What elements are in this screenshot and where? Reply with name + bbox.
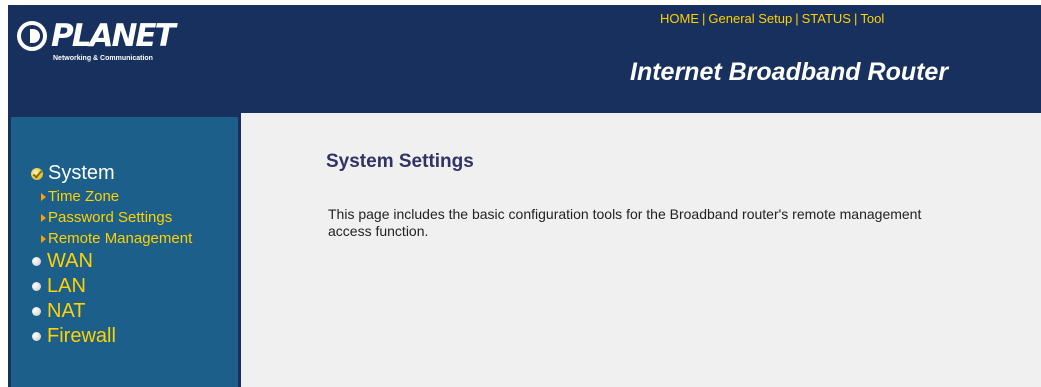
check-icon bbox=[31, 167, 43, 180]
sidebar-item-label: Time Zone bbox=[48, 188, 120, 205]
sidebar-item-label: Remote Management bbox=[48, 230, 193, 247]
sidebar-section-lan[interactable]: LAN bbox=[31, 274, 192, 299]
sidebar-section-firewall[interactable]: Firewall bbox=[31, 324, 192, 349]
sidebar-section-nat[interactable]: NAT bbox=[31, 299, 192, 324]
header: PLANET Networking & Communication HOME | G… bbox=[8, 5, 1041, 113]
sidebar-item-password-settings[interactable]: Password Settings bbox=[31, 207, 192, 228]
nav-tool-link[interactable]: Tool bbox=[860, 11, 884, 26]
sidebar-section-label: LAN bbox=[47, 275, 86, 297]
bullet-icon bbox=[32, 257, 41, 266]
sidebar: System Time Zone Password Settings Remot… bbox=[8, 113, 241, 387]
sidebar-section-system[interactable]: System bbox=[31, 161, 192, 186]
sidebar-item-label: Password Settings bbox=[48, 209, 173, 226]
sidebar-section-label: System bbox=[48, 162, 115, 184]
app-frame: PLANET Networking & Communication HOME | G… bbox=[8, 5, 1041, 387]
sidebar-section-label: NAT bbox=[47, 300, 86, 322]
sidebar-section-wan[interactable]: WAN bbox=[31, 249, 192, 274]
logo-mark-icon bbox=[17, 21, 47, 51]
nav-home-link[interactable]: HOME bbox=[660, 11, 699, 26]
arrow-right-icon bbox=[41, 192, 46, 201]
product-title: Internet Broadband Router bbox=[630, 58, 949, 86]
main-content: System Settings This page includes the b… bbox=[241, 113, 1041, 387]
page-title: System Settings bbox=[326, 151, 474, 172]
sidebar-panel: System Time Zone Password Settings Remot… bbox=[11, 117, 238, 387]
sidebar-menu: System Time Zone Password Settings Remot… bbox=[31, 161, 192, 349]
sidebar-section-label: WAN bbox=[47, 250, 93, 272]
bullet-icon bbox=[32, 282, 41, 291]
page-description: This page includes the basic configurati… bbox=[328, 206, 922, 239]
logo-text: PLANET bbox=[51, 18, 176, 54]
sidebar-item-remote-management[interactable]: Remote Management bbox=[31, 228, 192, 249]
nav-separator: | bbox=[702, 11, 706, 26]
bullet-icon bbox=[32, 307, 41, 316]
arrow-right-icon bbox=[41, 213, 46, 222]
sidebar-section-label: Firewall bbox=[47, 325, 116, 347]
arrow-right-icon bbox=[41, 234, 46, 243]
nav-general-setup-link[interactable]: General Setup bbox=[708, 11, 792, 26]
logo-tagline: Networking & Communication bbox=[53, 55, 153, 62]
bullet-icon bbox=[32, 332, 41, 341]
nav-separator: | bbox=[795, 11, 799, 26]
nav-status-link[interactable]: STATUS bbox=[802, 11, 851, 26]
sidebar-item-time-zone[interactable]: Time Zone bbox=[31, 186, 192, 207]
top-nav: HOME | General Setup | STATUS | Tool bbox=[660, 11, 884, 26]
nav-separator: | bbox=[853, 11, 858, 26]
planet-logo: PLANET Networking & Communication bbox=[17, 17, 217, 77]
